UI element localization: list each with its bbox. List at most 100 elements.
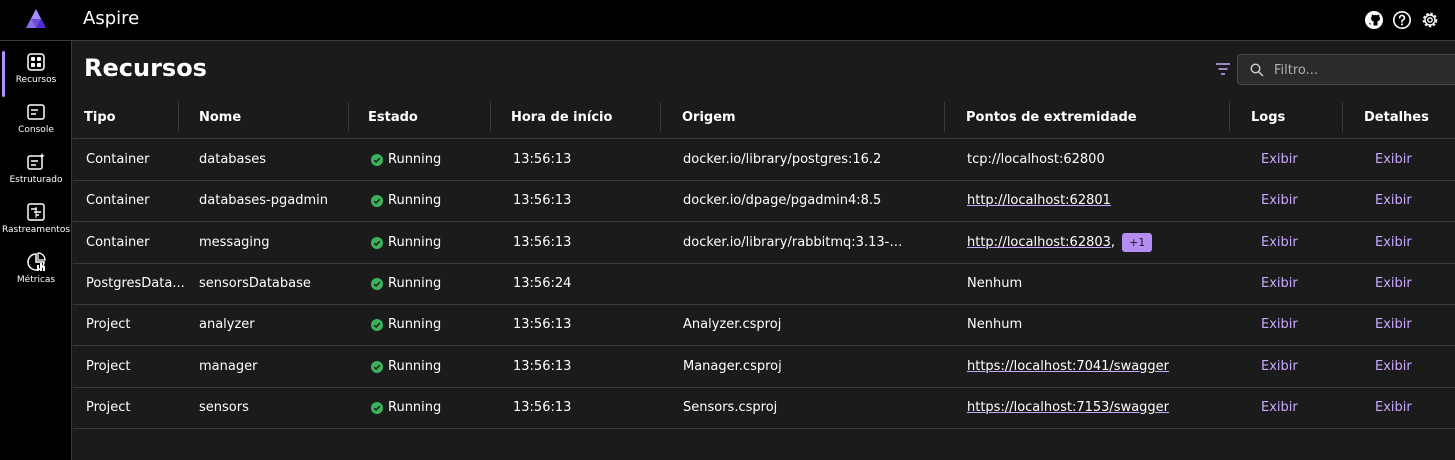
view-details-link[interactable]: Exibir bbox=[1375, 400, 1412, 415]
column-resize-handle[interactable] bbox=[490, 102, 491, 132]
table-row: Project manager Running 13:56:13 Manager… bbox=[73, 346, 1455, 388]
column-resize-handle[interactable] bbox=[1229, 102, 1230, 132]
resource-name: databases bbox=[199, 152, 267, 167]
start-time: 13:56:13 bbox=[513, 235, 572, 250]
resources-grid-icon bbox=[27, 53, 45, 71]
column-header-logs: Logs bbox=[1251, 110, 1286, 125]
state-label: Running bbox=[388, 152, 442, 167]
resource-state: Running bbox=[371, 152, 441, 167]
column-header-type[interactable]: Tipo bbox=[84, 110, 116, 125]
view-logs-link[interactable]: Exibir bbox=[1261, 193, 1298, 208]
resource-type: Project bbox=[86, 400, 131, 415]
endpoint-text: tcp://localhost:62800 bbox=[967, 152, 1105, 167]
state-label: Running bbox=[388, 235, 442, 250]
nav-label-estruturado: Estruturado bbox=[9, 175, 63, 185]
state-label: Running bbox=[388, 317, 442, 332]
resource-name: sensorsDatabase bbox=[199, 276, 311, 291]
nav-rail: Recursos Console Estruturado Rastreament… bbox=[0, 41, 72, 460]
nav-item-console[interactable]: Console bbox=[0, 99, 72, 149]
column-resize-handle[interactable] bbox=[1342, 102, 1343, 132]
state-label: Running bbox=[388, 400, 442, 415]
filter-icon[interactable] bbox=[1214, 60, 1232, 78]
nav-label-recursos: Recursos bbox=[15, 75, 57, 85]
view-logs-link[interactable]: Exibir bbox=[1261, 359, 1298, 374]
view-logs-link[interactable]: Exibir bbox=[1261, 276, 1298, 291]
endpoint-cell: http://localhost:62801 bbox=[967, 193, 1111, 208]
top-bar: Aspire bbox=[0, 0, 1455, 41]
aspire-logo-icon[interactable] bbox=[25, 8, 47, 30]
resource-name: messaging bbox=[199, 235, 270, 250]
view-logs-link[interactable]: Exibir bbox=[1261, 152, 1298, 167]
view-details-link[interactable]: Exibir bbox=[1375, 193, 1412, 208]
table-row: Container databases-pgadmin Running 13:5… bbox=[73, 181, 1455, 222]
column-header-start-time[interactable]: Hora de início bbox=[511, 110, 612, 125]
nav-item-estruturado[interactable]: Estruturado bbox=[0, 149, 72, 199]
search-icon bbox=[1250, 63, 1264, 77]
app-title: Aspire bbox=[83, 8, 140, 29]
view-logs-link[interactable]: Exibir bbox=[1261, 235, 1298, 250]
column-header-state[interactable]: Estado bbox=[368, 110, 418, 125]
nav-label-console: Console bbox=[18, 125, 54, 135]
nav-item-rastreamentos[interactable]: Rastreamentos bbox=[0, 199, 72, 249]
column-resize-handle[interactable] bbox=[944, 102, 945, 132]
help-icon[interactable] bbox=[1392, 10, 1412, 30]
running-check-icon bbox=[371, 236, 383, 249]
nav-label-rastreamentos: Rastreamentos bbox=[1, 225, 71, 235]
resource-type: Project bbox=[86, 317, 131, 332]
resource-source: Sensors.csproj bbox=[683, 400, 778, 415]
start-time: 13:56:13 bbox=[513, 400, 572, 415]
start-time: 13:56:13 bbox=[513, 317, 572, 332]
state-label: Running bbox=[388, 276, 442, 291]
view-logs-link[interactable]: Exibir bbox=[1261, 317, 1298, 332]
structured-logs-icon bbox=[27, 153, 45, 170]
column-header-endpoints[interactable]: Pontos de extremidade bbox=[966, 110, 1137, 125]
resource-name: manager bbox=[199, 359, 258, 374]
endpoint-separator: , bbox=[1110, 235, 1116, 250]
resource-state: Running bbox=[371, 276, 441, 291]
view-details-link[interactable]: Exibir bbox=[1375, 152, 1412, 167]
resource-type: Project bbox=[86, 359, 131, 374]
resource-source: docker.io/library/postgres:16.2 bbox=[683, 152, 882, 167]
resource-state: Running bbox=[371, 400, 441, 415]
metrics-icon bbox=[27, 252, 46, 271]
search-box bbox=[1237, 54, 1455, 85]
console-icon bbox=[27, 104, 45, 120]
resource-state: Running bbox=[371, 359, 441, 374]
running-check-icon bbox=[371, 153, 383, 166]
endpoint-value: Nenhum bbox=[967, 276, 1023, 291]
resource-source: docker.io/library/rabbitmq:3.13-mana... bbox=[683, 235, 911, 250]
resource-type: PostgresData... bbox=[86, 276, 185, 291]
search-input[interactable] bbox=[1274, 60, 1454, 80]
main-content: Recursos Tipo Nome Estado Hora de início… bbox=[73, 41, 1455, 460]
endpoint-link[interactable]: https://localhost:7153/swagger bbox=[967, 400, 1169, 415]
nav-item-metricas[interactable]: Métricas bbox=[0, 249, 72, 299]
github-icon[interactable] bbox=[1364, 10, 1384, 30]
running-check-icon bbox=[371, 401, 383, 414]
endpoint-text: Nenhum bbox=[967, 317, 1022, 332]
endpoint-link[interactable]: http://localhost:62803 bbox=[967, 235, 1111, 250]
resource-name: sensors bbox=[199, 400, 249, 415]
resource-state: Running bbox=[371, 235, 441, 250]
start-time: 13:56:13 bbox=[513, 152, 572, 167]
column-header-name[interactable]: Nome bbox=[199, 110, 241, 125]
resource-type: Container bbox=[86, 193, 150, 208]
view-details-link[interactable]: Exibir bbox=[1375, 317, 1412, 332]
view-details-link[interactable]: Exibir bbox=[1375, 235, 1412, 250]
view-details-link[interactable]: Exibir bbox=[1375, 276, 1412, 291]
state-label: Running bbox=[388, 193, 442, 208]
column-header-source[interactable]: Origem bbox=[682, 110, 736, 125]
view-logs-link[interactable]: Exibir bbox=[1261, 400, 1298, 415]
view-details-link[interactable]: Exibir bbox=[1375, 359, 1412, 374]
endpoint-link[interactable]: http://localhost:62801 bbox=[967, 193, 1111, 208]
resource-type: Container bbox=[86, 235, 150, 250]
more-endpoints-badge[interactable]: +1 bbox=[1122, 233, 1153, 252]
nav-item-recursos[interactable]: Recursos bbox=[0, 49, 72, 99]
column-resize-handle[interactable] bbox=[178, 102, 179, 132]
endpoint-cell: https://localhost:7153/swagger bbox=[967, 400, 1169, 415]
column-resize-handle[interactable] bbox=[348, 102, 349, 132]
resource-name: databases-pgadmin bbox=[199, 193, 328, 208]
endpoint-link[interactable]: https://localhost:7041/swagger bbox=[967, 359, 1169, 374]
resource-state: Running bbox=[371, 193, 441, 208]
column-resize-handle[interactable] bbox=[660, 102, 661, 132]
settings-gear-icon[interactable] bbox=[1420, 10, 1440, 30]
